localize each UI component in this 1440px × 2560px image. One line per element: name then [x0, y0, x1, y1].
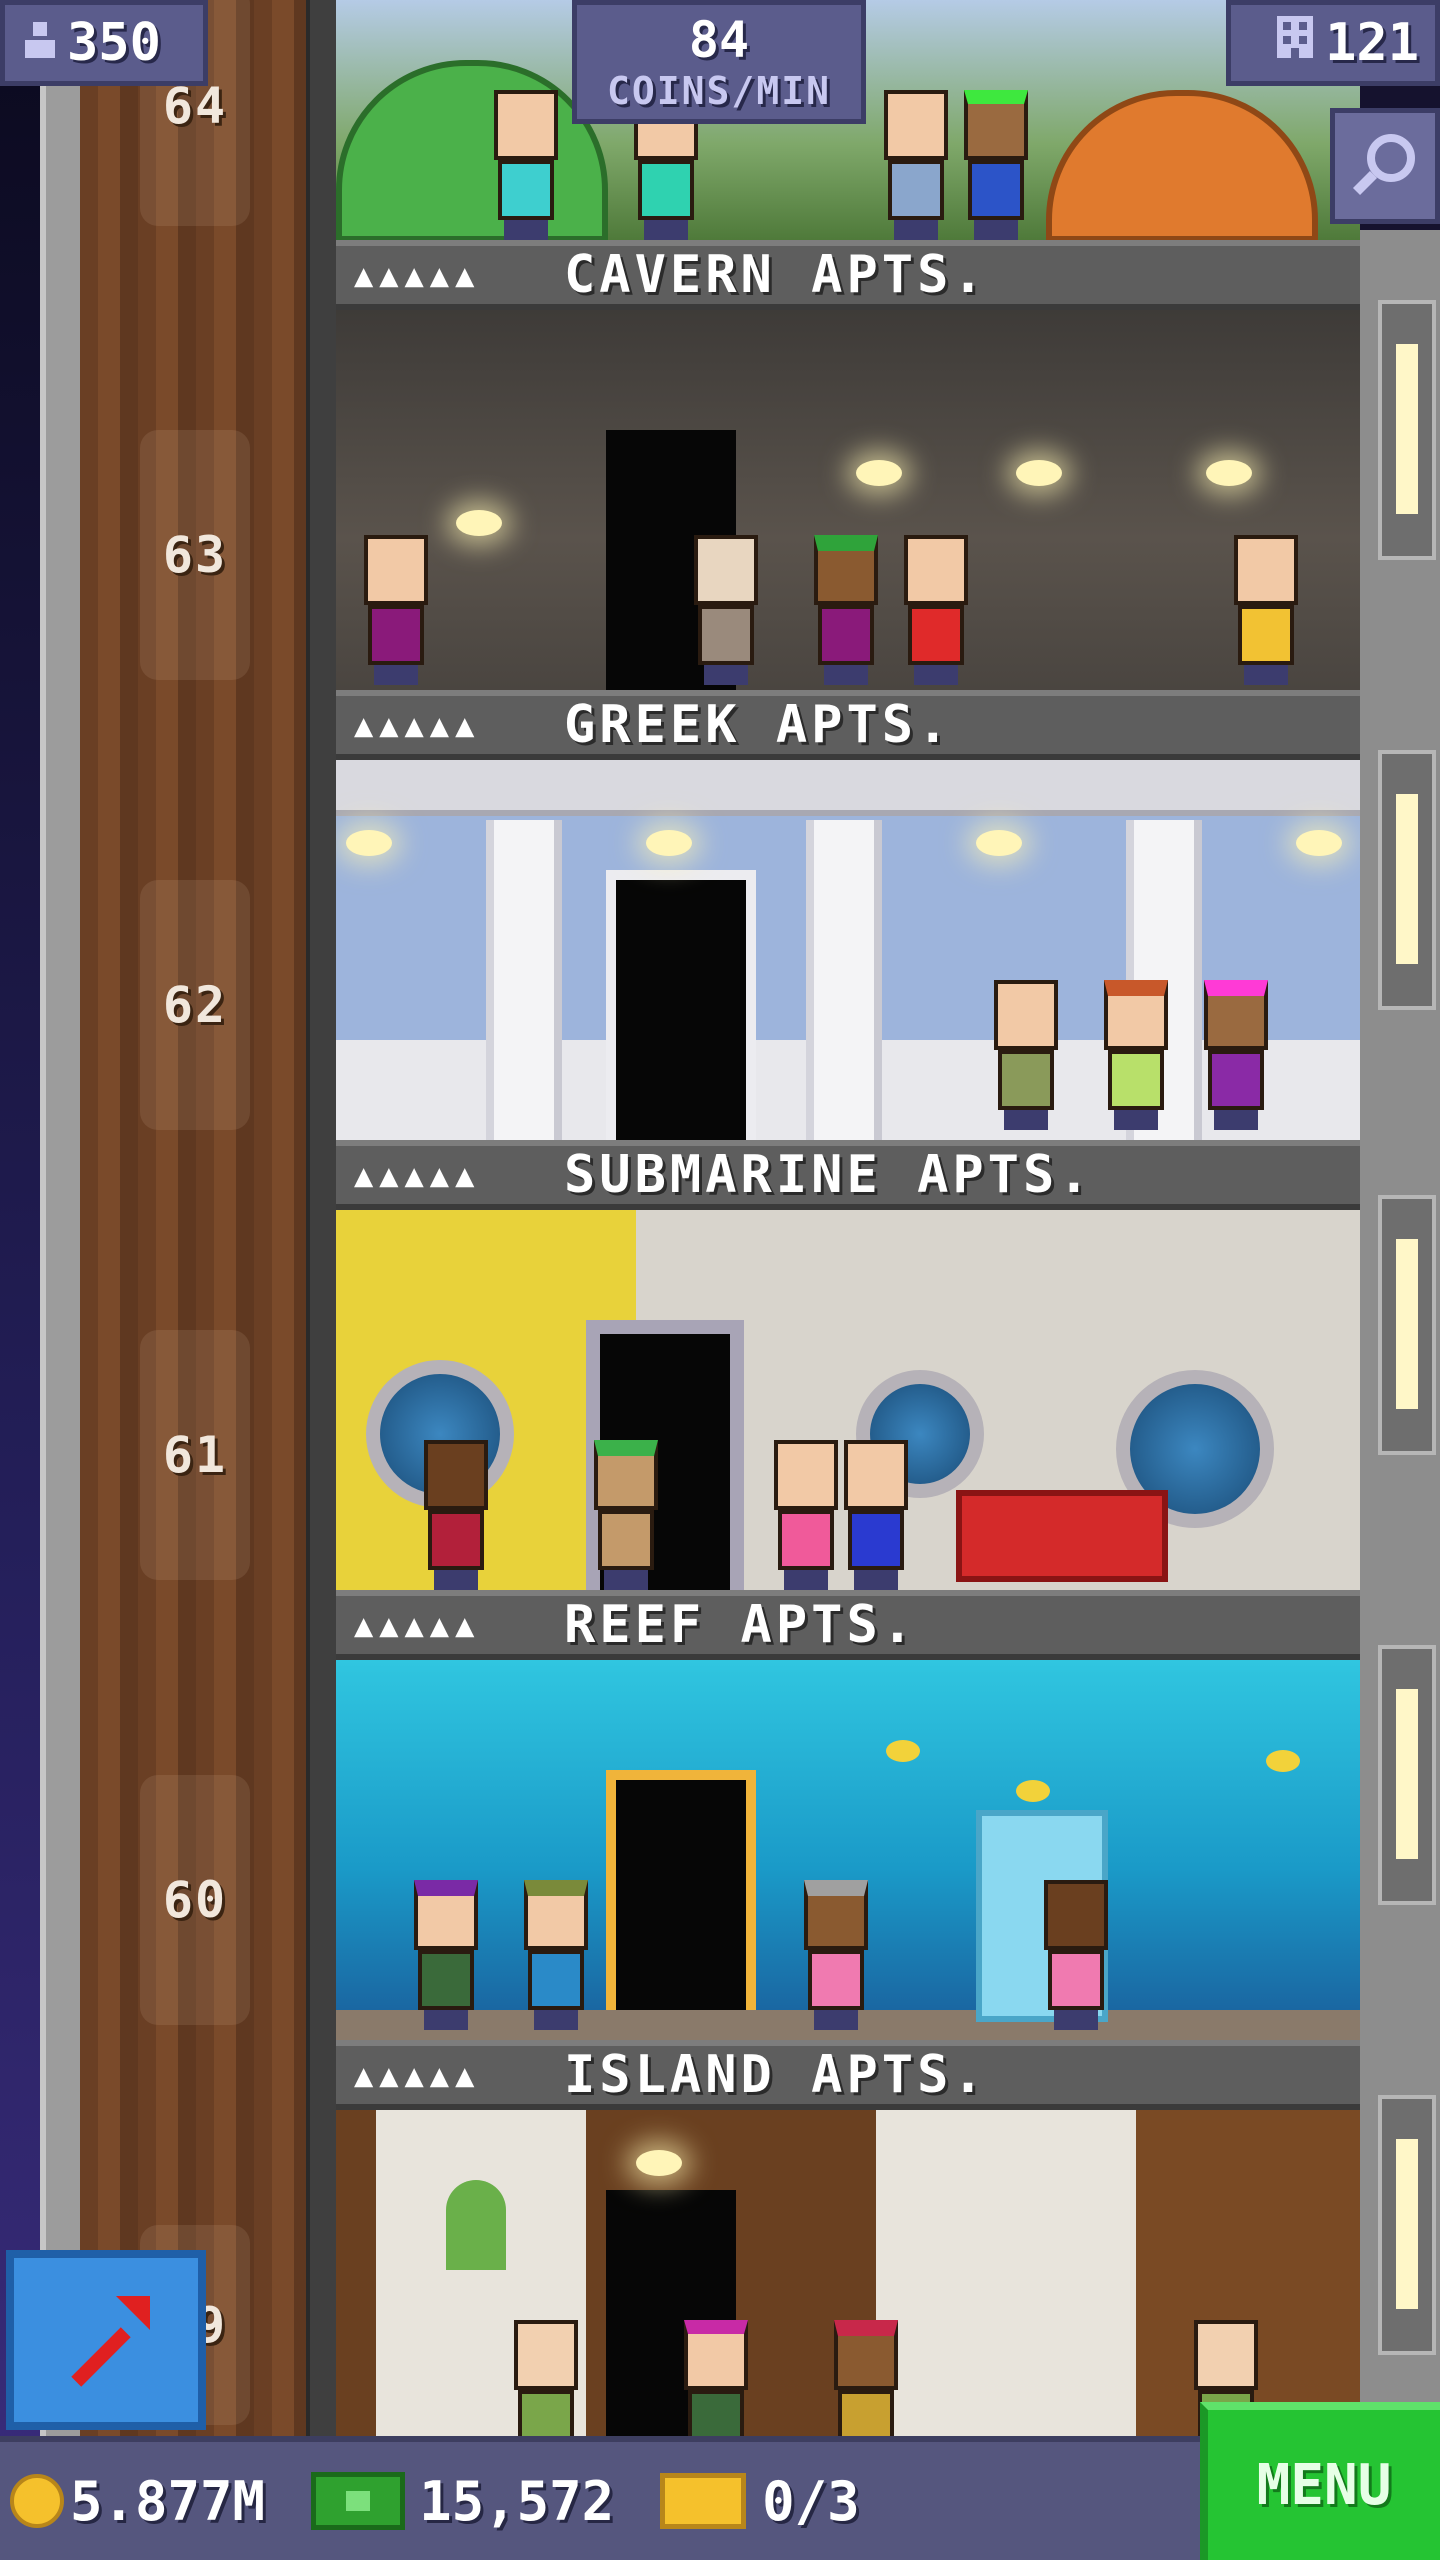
tent — [336, 60, 608, 240]
floor-name: SUBMARINE APTS. — [564, 1145, 1094, 1205]
resident[interactable] — [586, 1440, 666, 1590]
resident[interactable] — [516, 1880, 596, 2030]
greek-column — [806, 820, 882, 1140]
greek-column — [486, 820, 562, 1140]
star-rating: ▲▲▲▲▲ — [354, 256, 481, 294]
floor-counter[interactable]: 121 — [1226, 0, 1440, 86]
elevator-shaft[interactable] — [80, 0, 306, 2560]
magnifier-icon — [1347, 126, 1423, 206]
floor-number-61: 61 — [140, 1330, 250, 1580]
elevator-door — [1378, 2095, 1436, 2355]
wall-light — [346, 830, 392, 856]
resident[interactable] — [766, 1440, 846, 1590]
elevator-door — [1378, 300, 1436, 560]
elevator-door — [1378, 750, 1436, 1010]
resident[interactable] — [506, 2320, 586, 2440]
star-rating: ▲▲▲▲▲ — [354, 2056, 481, 2094]
star-rating: ▲▲▲▲▲ — [354, 1156, 481, 1194]
resident[interactable] — [986, 980, 1066, 1130]
floor-number-62: 62 — [140, 880, 250, 1130]
population-counter[interactable]: 350 — [0, 0, 208, 86]
resident[interactable] — [896, 535, 976, 685]
floor-label-greek[interactable]: ▲▲▲▲▲ GREEK APTS. — [336, 690, 1360, 760]
resident[interactable] — [406, 1880, 486, 2030]
bux-value: 15,572 — [419, 2469, 615, 2533]
fish — [1016, 1780, 1050, 1802]
star-rating: ▲▲▲▲▲ — [354, 706, 481, 744]
bux-icon — [311, 2472, 406, 2530]
resident[interactable] — [796, 1880, 876, 2030]
coins-per-min-value: 84 — [688, 11, 750, 69]
bux-balance[interactable]: 15,572 — [311, 2470, 614, 2533]
floor-63-room[interactable] — [336, 310, 1360, 690]
resident[interactable] — [686, 535, 766, 685]
coin-balance[interactable]: 5.877M — [10, 2470, 265, 2533]
floor-label-reef[interactable]: ▲▲▲▲▲ REEF APTS. — [336, 1590, 1360, 1660]
floor-61-room[interactable] — [336, 1210, 1360, 1590]
hanging-light — [1206, 460, 1252, 486]
resident[interactable] — [956, 90, 1036, 240]
red-sofa — [956, 1490, 1168, 1582]
coins-per-min-panel[interactable]: 84 COINS/MIN — [572, 0, 866, 124]
resident[interactable] — [1096, 980, 1176, 1130]
resident[interactable] — [836, 1440, 916, 1590]
search-button[interactable] — [1330, 108, 1440, 224]
floor-name: ISLAND APTS. — [564, 2045, 988, 2105]
floor-number-60: 60 — [140, 1775, 250, 2025]
ticket-value: 0/3 — [762, 2469, 860, 2533]
hanging-light — [856, 460, 902, 486]
cornice — [336, 760, 1360, 816]
resident[interactable] — [356, 535, 436, 685]
floor-name: REEF APTS. — [564, 1595, 918, 1655]
resident[interactable] — [806, 535, 886, 685]
floor-number-63: 63 — [140, 430, 250, 680]
fish — [886, 1740, 920, 1762]
person-icon — [21, 13, 59, 73]
resident[interactable] — [676, 2320, 756, 2440]
fish — [1266, 1750, 1300, 1772]
resident[interactable] — [1196, 980, 1276, 1130]
wall-light — [976, 830, 1022, 856]
floor-label-cavern[interactable]: ▲▲▲▲▲ CAVERN APTS. — [336, 240, 1360, 310]
resident[interactable] — [1226, 535, 1306, 685]
wall-light — [646, 830, 692, 856]
resident[interactable] — [1036, 1880, 1116, 2030]
resident[interactable] — [416, 1440, 496, 1590]
floor-59-room[interactable] — [336, 2110, 1360, 2440]
coin-value: 5.877M — [70, 2469, 266, 2533]
floor-name: GREEK APTS. — [564, 695, 953, 755]
apartment-door[interactable] — [606, 870, 756, 1140]
floor-label-island[interactable]: ▲▲▲▲▲ ISLAND APTS. — [336, 2040, 1360, 2110]
build-floor-button[interactable] — [6, 2250, 206, 2430]
apartment-door[interactable] — [606, 1770, 756, 2040]
hanging-light — [1016, 460, 1062, 486]
menu-button[interactable]: MENU — [1200, 2402, 1440, 2560]
floor-62-room[interactable] — [336, 760, 1360, 1140]
coins-per-min-unit: COINS/MIN — [607, 69, 831, 113]
building-icon — [1275, 13, 1315, 73]
star-rating: ▲▲▲▲▲ — [354, 1606, 481, 1644]
wall-light — [1296, 830, 1342, 856]
population-value: 350 — [67, 13, 161, 73]
resident[interactable] — [876, 90, 956, 240]
palm-plant — [446, 2180, 506, 2270]
floor-count-value: 121 — [1325, 13, 1419, 73]
ceiling-light — [636, 2150, 682, 2176]
coin-icon — [10, 2474, 64, 2528]
floor-label-submarine[interactable]: ▲▲▲▲▲ SUBMARINE APTS. — [336, 1140, 1360, 1210]
ticket-counter[interactable]: 0/3 — [660, 2470, 860, 2533]
floor-name: CAVERN APTS. — [564, 245, 988, 305]
floor-60-room[interactable] — [336, 1660, 1360, 2040]
resident[interactable] — [826, 2320, 906, 2440]
tent — [1046, 90, 1318, 240]
ticket-icon — [660, 2473, 747, 2529]
resident[interactable] — [486, 90, 566, 240]
arrow-up-right-icon — [46, 2278, 166, 2402]
hanging-light — [456, 510, 502, 536]
elevator-door — [1378, 1645, 1436, 1905]
elevator-door — [1378, 1195, 1436, 1455]
